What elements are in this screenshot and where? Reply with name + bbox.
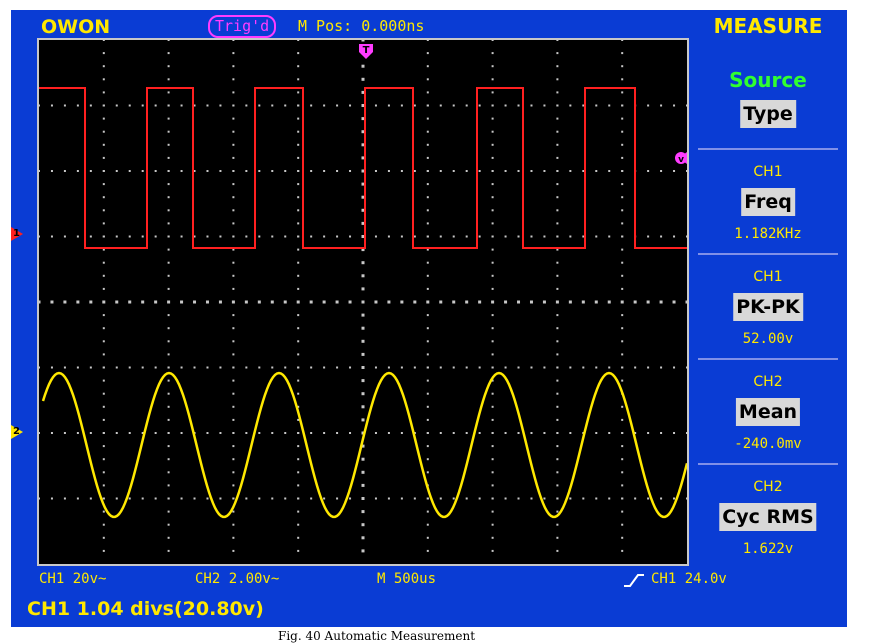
source-label: Source (729, 68, 807, 92)
menu-item-channel: CH1 (753, 269, 783, 285)
measure-type-button[interactable]: Freq (741, 188, 795, 216)
ch2-marker-label: 2 (13, 426, 20, 437)
measure-value: -240.0mv (734, 436, 802, 452)
cursor-message: CH1 1.04 divs(20.80v) (27, 598, 264, 620)
menu-section-3[interactable]: CH2 Mean -240.0mv (698, 360, 838, 465)
horizontal-position-readout: M Pos: 0.000ns (298, 17, 425, 35)
menu-section-1[interactable]: CH1 Freq 1.182KHz (698, 150, 838, 255)
trigger-level-label: v (678, 155, 684, 165)
measure-value: 1.622v (742, 541, 794, 557)
measure-type-button[interactable]: PK-PK (733, 293, 803, 321)
trigger-level-icon: v (675, 152, 687, 165)
type-button[interactable]: Type (740, 100, 796, 128)
measure-value: 1.182KHz (734, 226, 802, 242)
ch2-waveform (41, 371, 689, 519)
measure-type-button[interactable]: Mean (735, 398, 801, 426)
trigger-level-readout: CH1 24.0v (651, 571, 727, 587)
menu-item-channel: CH1 (753, 164, 783, 180)
measure-value: 52.00v (742, 331, 794, 347)
graticule-grid (37, 38, 689, 553)
measure-menu: Source Type CH1 Freq 1.182KHz CH1 PK-PK … (698, 40, 847, 567)
ch1-scale-readout: CH1 20v~ (39, 571, 107, 587)
waveform-display: T v (37, 38, 689, 566)
ch2-scale-readout: CH2 2.00v~ (195, 571, 280, 587)
waveform-canvas: T v (37, 38, 689, 553)
menu-title: MEASURE (713, 14, 823, 38)
brand-logo: OWON (41, 16, 111, 38)
oscilloscope-screen: OWON Trig'd M Pos: 0.000ns MEASURE T v 1… (11, 10, 847, 627)
menu-section-2[interactable]: CH1 PK-PK 52.00v (698, 255, 838, 360)
trigger-position-icon: T (359, 44, 373, 59)
measure-type-button[interactable]: Cyc RMS (719, 503, 817, 531)
menu-item-channel: CH2 (753, 374, 783, 390)
rising-edge-trigger-icon (624, 574, 644, 587)
figure-caption: Fig. 40 Automatic Measurement (278, 629, 476, 643)
ch1-marker-label: 1 (13, 228, 20, 239)
trigger-status-badge: Trig'd (208, 15, 277, 38)
menu-section-source-type[interactable]: Source Type (698, 40, 838, 150)
menu-item-channel: CH2 (753, 479, 783, 495)
trigger-position-label: T (363, 45, 370, 56)
timebase-readout: M 500us (377, 571, 437, 587)
menu-section-4[interactable]: CH2 Cyc RMS 1.622v (698, 465, 838, 567)
